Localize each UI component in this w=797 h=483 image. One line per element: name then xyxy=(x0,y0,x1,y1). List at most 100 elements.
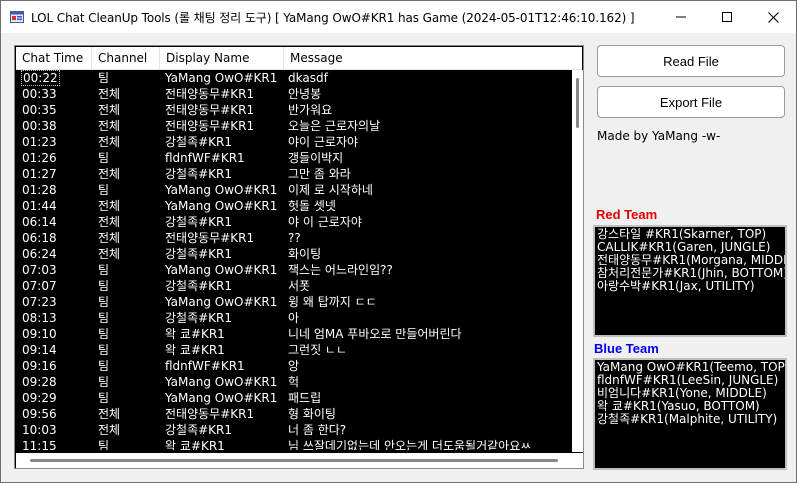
title-bar[interactable]: LOL Chat CleanUp Tools (롤 채팅 정리 도구) [ Ya… xyxy=(1,1,796,33)
display-name-cell-text: 강철족#KR1 xyxy=(165,311,233,325)
chat-row[interactable]: 06:14 전체 강철족#KR1 야 이 근로자야 xyxy=(16,214,572,230)
app-icon xyxy=(10,10,24,24)
channel-cell-text: 팀 xyxy=(98,183,110,197)
channel-cell: 전체 xyxy=(92,102,160,118)
chat-row[interactable]: 00:35 전체 전태양동무#KR1 반가워요 xyxy=(16,102,572,118)
message-cell: 야 이 근로자야 xyxy=(284,214,572,230)
chat-time-cell-text: 01:23 xyxy=(22,135,57,149)
chat-row[interactable]: 06:18 전체 전태양동무#KR1?? xyxy=(16,230,572,246)
chat-row[interactable]: 01:23 전체 강철족#KR1 야이 근로자야 xyxy=(16,134,572,150)
message-cell: 니네 엄MA 푸바오로 만들어버린다 xyxy=(284,326,572,342)
column-header-chat-time[interactable]: Chat Time xyxy=(16,47,92,69)
display-name-cell: 전태양동무#KR1 xyxy=(160,86,284,102)
chat-time-cell-text: 00:22 xyxy=(21,70,60,86)
chat-time-cell: 01:27 xyxy=(16,166,92,182)
chat-row[interactable]: 01:27 전체 강철족#KR1 그만 좀 와라 xyxy=(16,166,572,182)
chat-row[interactable]: 09:14 팀 왁 쿄#KR1 그런짓 ㄴㄴ xyxy=(16,342,572,358)
chat-time-cell: 06:18 xyxy=(16,230,92,246)
column-header-channel[interactable]: Channel xyxy=(92,47,160,69)
blue-team-textbox[interactable]: YaMang OwO#KR1(Teemo, TOP) fldnfWF#KR1(Le… xyxy=(593,358,787,470)
chat-row[interactable]: 09:28 팀 YaMang OwO#KR1 헉 xyxy=(16,374,572,390)
message-cell-text: 야이 근로자야 xyxy=(288,135,359,149)
chat-row[interactable]: 09:16 팀 fldnfWF#KR1 앙 xyxy=(16,358,572,374)
chat-row[interactable]: 01:28 팀 YaMang OwO#KR1 이제 로 시작하네 xyxy=(16,182,572,198)
vertical-scrollbar-thumb[interactable] xyxy=(576,78,579,128)
display-name-cell: 전태양동무#KR1 xyxy=(160,102,284,118)
channel-cell-text: 전체 xyxy=(98,199,121,213)
display-name-cell-text: YaMang OwO#KR1 xyxy=(165,71,278,85)
display-name-cell-text: 강철족#KR1 xyxy=(165,135,233,149)
chat-row[interactable]: 09:29 팀 YaMang OwO#KR1 패드립 xyxy=(16,390,572,406)
chat-row[interactable]: 07:23 팀 YaMang OwO#KR1 윙 왜 탑까지 ㄷㄷ xyxy=(16,294,572,310)
chat-row[interactable]: 10:03 전체 강철족#KR1 너 좀 한다? xyxy=(16,422,572,438)
chat-row[interactable]: 11:15 팀 왁 쿄#KR1 님 쓰잘데기없는데 안오는게 더도움될거같아요ㅆ xyxy=(16,438,572,450)
display-name-cell-text: 전태양동무#KR1 xyxy=(165,87,255,101)
display-name-cell: 왁 쿄#KR1 xyxy=(160,438,284,450)
column-header-message[interactable]: Message xyxy=(284,47,582,69)
vertical-scrollbar[interactable] xyxy=(572,70,583,452)
channel-cell-text: 팀 xyxy=(98,439,110,450)
chat-time-cell: 06:24 xyxy=(16,246,92,262)
column-header-display-name[interactable]: Display Name xyxy=(160,47,284,69)
chat-time-cell: 09:10 xyxy=(16,326,92,342)
channel-cell-text: 전체 xyxy=(98,119,121,133)
display-name-cell-text: 강철족#KR1 xyxy=(165,215,233,229)
chat-time-cell: 00:33 xyxy=(16,86,92,102)
chat-time-cell-text: 09:16 xyxy=(22,359,57,373)
chat-time-cell-text: 09:14 xyxy=(22,343,57,357)
display-name-cell: 강철족#KR1 xyxy=(160,278,284,294)
channel-cell: 팀 xyxy=(92,326,160,342)
channel-cell: 전체 xyxy=(92,166,160,182)
chat-time-cell-text: 00:33 xyxy=(22,87,57,101)
chat-time-cell: 09:14 xyxy=(16,342,92,358)
team-member-line: 강철족#KR1(Malphite, UTILITY) xyxy=(597,412,778,426)
red-team-textbox[interactable]: 강스타일 #KR1(Skarner, TOP) CALLIK#KR1(Garen,… xyxy=(593,225,787,337)
message-cell: 그런짓 ㄴㄴ xyxy=(284,342,572,358)
chat-row[interactable]: 09:10 팀 왁 쿄#KR1 니네 엄MA 푸바오로 만들어버린다 xyxy=(16,326,572,342)
message-cell: 오늘은 근로자의날 xyxy=(284,118,572,134)
chat-time-cell-text: 09:56 xyxy=(22,407,57,421)
chat-row[interactable]: 01:26 팀 fldnfWF#KR1 갱들이박지 xyxy=(16,150,572,166)
channel-cell: 팀 xyxy=(92,182,160,198)
chat-time-cell: 09:28 xyxy=(16,374,92,390)
channel-cell-text: 팀 xyxy=(98,263,110,277)
chat-list-view[interactable]: Chat Time Channel Display Name Message 0… xyxy=(14,45,584,469)
display-name-cell: 강철족#KR1 xyxy=(160,310,284,326)
chat-row[interactable]: 00:38 전체 전태양동무#KR1 오늘은 근로자의날 xyxy=(16,118,572,134)
message-cell-text: 잭스는 어느라인임?? xyxy=(288,263,393,277)
message-cell-text: 그런짓 ㄴㄴ xyxy=(288,343,348,357)
chat-row[interactable]: 07:03 팀 YaMang OwO#KR1 잭스는 어느라인임?? xyxy=(16,262,572,278)
channel-cell-text: 전체 xyxy=(98,231,121,245)
message-cell-text: 안녕봉 xyxy=(288,87,322,101)
chat-row[interactable]: 08:13 팀 강철족#KR1 아 xyxy=(16,310,572,326)
horizontal-scrollbar[interactable] xyxy=(16,453,583,468)
chat-time-cell: 01:23 xyxy=(16,134,92,150)
message-cell-text: 이제 로 시작하네 xyxy=(288,183,373,197)
chat-time-cell: 00:35 xyxy=(16,102,92,118)
display-name-cell-text: fldnfWF#KR1 xyxy=(165,359,245,373)
chat-row[interactable]: 01:44 전체 YaMang OwO#KR1 헛돌 셋넷 xyxy=(16,198,572,214)
message-cell: 이제 로 시작하네 xyxy=(284,182,572,198)
maximize-button[interactable] xyxy=(704,1,750,33)
minimize-button[interactable] xyxy=(658,1,704,33)
close-button[interactable] xyxy=(750,1,796,33)
chat-row[interactable]: 00:33 전체 전태양동무#KR1 안녕봉 xyxy=(16,86,572,102)
message-cell: ?? xyxy=(284,230,572,246)
channel-cell: 팀 xyxy=(92,70,160,86)
display-name-cell: fldnfWF#KR1 xyxy=(160,150,284,166)
chat-row[interactable]: 06:24 전체 강철족#KR1 화이팅 xyxy=(16,246,572,262)
export-file-button[interactable]: Export File xyxy=(597,86,785,118)
chat-row[interactable]: 09:56 전체 전태양동무#KR1 형 화이팅 xyxy=(16,406,572,422)
display-name-cell-text: YaMang OwO#KR1 xyxy=(165,199,278,213)
message-cell-text: 윙 왜 탑까지 ㄷㄷ xyxy=(288,295,377,309)
message-cell: 갱들이박지 xyxy=(284,150,572,166)
horizontal-scrollbar-thumb[interactable] xyxy=(30,459,558,462)
chat-time-cell: 01:26 xyxy=(16,150,92,166)
display-name-cell: 왁 쿄#KR1 xyxy=(160,326,284,342)
read-file-button[interactable]: Read File xyxy=(597,45,785,77)
chat-row[interactable]: 07:07 팀 강철족#KR1 서폿 xyxy=(16,278,572,294)
channel-cell-text: 전체 xyxy=(98,407,121,421)
message-cell-text: 아 xyxy=(288,311,300,325)
channel-cell: 전체 xyxy=(92,214,160,230)
chat-row[interactable]: 00:22 팀 YaMang OwO#KR1 dkasdf xyxy=(16,70,572,86)
